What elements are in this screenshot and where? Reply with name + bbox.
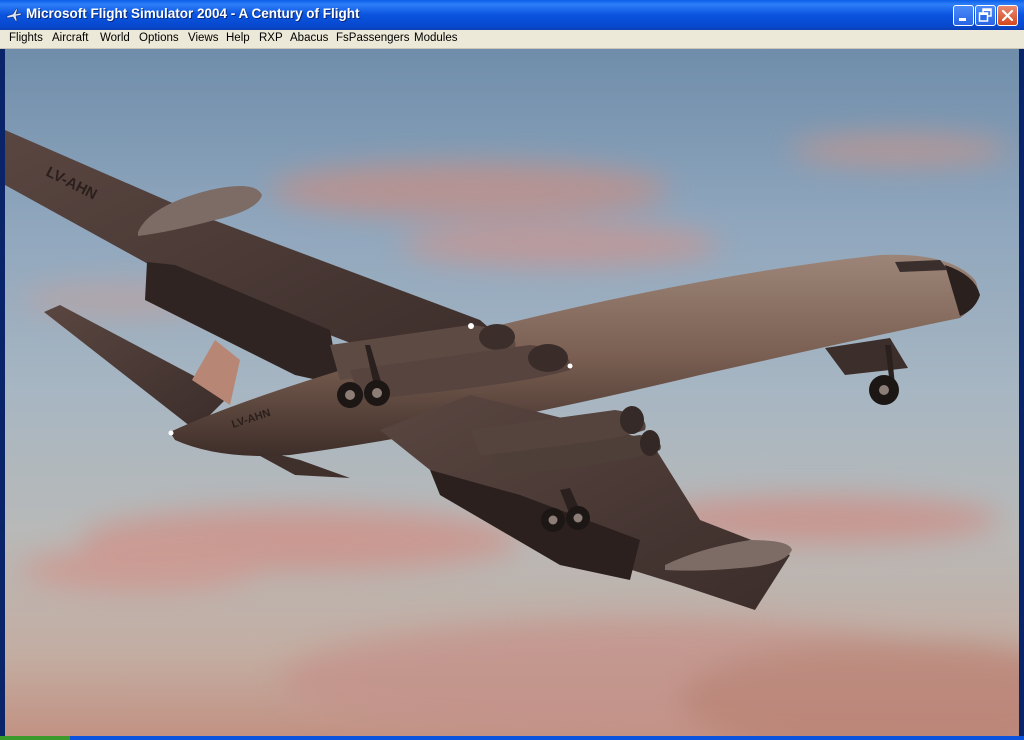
flight-view-viewport[interactable]: LV-AHN LV-AHN — [5, 49, 1019, 736]
menu-rxp[interactable]: RXP — [259, 32, 283, 44]
menu-flights[interactable]: Flights — [9, 32, 43, 44]
restore-icon — [978, 8, 992, 22]
airplane-icon[interactable] — [6, 7, 22, 23]
title-bar[interactable]: Microsoft Flight Simulator 2004 - A Cent… — [0, 0, 1024, 30]
menu-help[interactable]: Help — [226, 32, 250, 44]
restore-button[interactable] — [975, 5, 996, 26]
taskbar-start-edge — [0, 736, 70, 740]
application-window: Microsoft Flight Simulator 2004 - A Cent… — [0, 0, 1024, 740]
close-icon — [1001, 9, 1014, 22]
menu-views[interactable]: Views — [188, 32, 218, 44]
flight-scene: LV-AHN LV-AHN — [5, 130, 1019, 736]
menu-abacus[interactable]: Abacus — [290, 32, 328, 44]
minimize-button[interactable] — [953, 5, 974, 26]
minimize-icon — [959, 18, 966, 21]
window-title: Microsoft Flight Simulator 2004 - A Cent… — [26, 6, 360, 21]
menu-bar: Flights Aircraft World Options Views Hel… — [0, 30, 1024, 49]
menu-world[interactable]: World — [100, 32, 130, 44]
window-bottom-border — [0, 736, 1024, 740]
menu-modules[interactable]: Modules — [414, 32, 457, 44]
menu-fspassengers[interactable]: FsPassengers — [336, 32, 410, 44]
menu-aircraft[interactable]: Aircraft — [52, 32, 88, 44]
menu-options[interactable]: Options — [139, 32, 179, 44]
close-button[interactable] — [997, 5, 1018, 26]
